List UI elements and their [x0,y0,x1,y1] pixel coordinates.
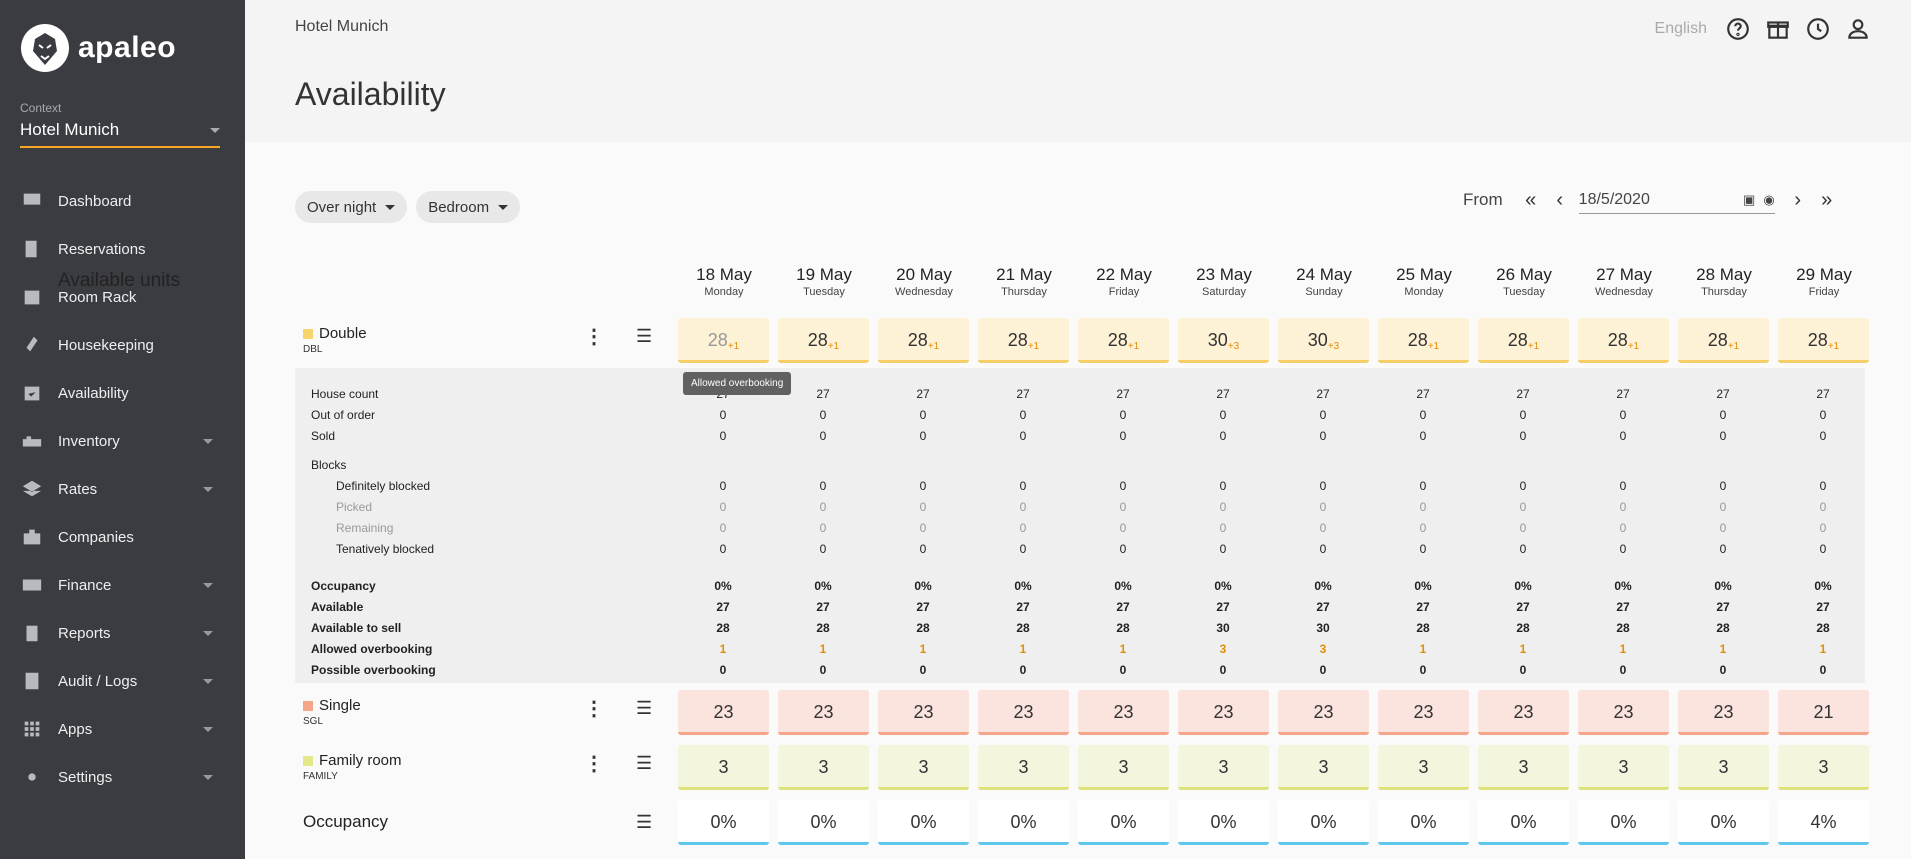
nav-item-label: Reports [58,624,111,642]
nav-item-label: Apps [58,720,93,738]
nav-item-audit-logs[interactable]: Audit / Logs [0,657,245,705]
nav-item-companies[interactable]: Companies [0,513,245,561]
nav-item-apps[interactable]: Apps [0,705,245,753]
chevron-down-icon [385,204,396,210]
layers-icon [22,480,42,497]
nav-item-label: Dashboard [58,192,132,210]
main-nav: Dashboard Reservations Room Rack Housekeepi… [0,177,245,801]
context-value: Hotel Munich [20,120,120,139]
sidebar: apaleo Context Hotel Munich Dashboard Res… [0,0,245,859]
user-icon[interactable] [1845,16,1871,42]
chevron-down-icon [203,630,213,636]
chevron-down-icon [498,204,509,210]
nav-item-settings[interactable]: Settings [0,753,245,801]
nav-item-label: Availability [58,384,129,402]
page-title: Availability [295,76,446,112]
breadcrumb-hotel: Hotel Munich [295,18,389,35]
help-icon[interactable] [1725,16,1751,42]
nav-item-label: Room Rack [58,288,137,306]
date-navigation: From « ‹ 18/5/2020 ▣ ◉ › » [1463,186,1842,214]
chevron-down-icon [203,726,213,732]
double-chevron-right-icon[interactable]: » [1813,186,1841,214]
nav-item-finance[interactable]: Finance [0,561,245,609]
nav-item-inventory[interactable]: Inventory [0,417,245,465]
double-chevron-left-icon[interactable]: « [1517,186,1545,214]
apps-grid-icon [24,721,40,737]
nav-item-reservations[interactable]: Reservations [0,225,245,273]
bed-icon [22,436,42,447]
main-area: Hotel Munich Availability English Over n… [245,0,1911,859]
nav-item-label: Reservations [58,240,146,258]
gift-icon[interactable] [1765,16,1791,42]
calendar-icon[interactable]: ▣ [1743,192,1755,208]
nav-item-label: Finance [58,576,112,594]
language-selector[interactable]: English [1655,20,1707,38]
clipboard-icon [26,625,38,642]
availability-content: Over night Bedroom From « ‹ 18/5/2020 ▣ ◉… [245,142,1911,859]
filters: Over night Bedroom [295,191,521,223]
nav-item-room-rack[interactable]: Room Rack [0,273,245,321]
context-label: Context [20,101,62,115]
chevron-right-icon[interactable]: › [1784,186,1812,214]
calendar-icon [24,290,40,305]
audit-icon [25,672,39,690]
period-filter[interactable]: Over night [295,191,408,223]
nav-item-dashboard[interactable]: Dashboard [0,177,245,225]
chevron-down-icon [203,486,213,492]
chevron-down-icon [210,127,220,133]
nav-item-label: Inventory [58,432,120,450]
chevron-down-icon [203,582,213,588]
today-target-icon[interactable]: ◉ [1763,192,1774,208]
chevron-down-icon [203,678,213,684]
nav-item-rates[interactable]: Rates [0,465,245,513]
chevron-left-icon[interactable]: ‹ [1546,186,1574,214]
nav-item-label: Housekeeping [58,336,154,354]
period-filter-label: Over night [307,198,377,216]
nav-item-label: Audit / Logs [58,672,138,690]
dashboard-icon [23,193,41,209]
date-value: 18/5/2020 [1578,190,1650,208]
date-input[interactable]: 18/5/2020 ▣ ◉ [1578,186,1775,214]
clock-icon[interactable] [1805,16,1831,42]
apaleo-logo[interactable]: apaleo [20,23,176,73]
context-select[interactable]: Hotel Munich [20,120,220,148]
unit-type-filter-label: Bedroom [428,198,490,216]
nav-item-label: Rates [58,480,98,498]
chevron-down-icon [203,774,213,780]
gear-icon [22,767,42,787]
nav-item-label: Settings [58,768,113,786]
top-bar-actions: English [1655,16,1871,42]
lion-logo-icon [21,24,69,72]
book-icon [25,240,37,258]
nav-item-availability[interactable]: Availability [0,369,245,417]
nav-item-label: Companies [58,528,134,546]
chevron-down-icon [203,438,213,444]
calendar-check-icon [24,386,40,401]
briefcase-icon [23,529,41,545]
unit-type-filter[interactable]: Bedroom [416,191,521,223]
money-icon [22,579,42,591]
context-selector[interactable]: Context Hotel Munich [20,101,220,148]
brand-name: apaleo [78,31,177,64]
page-header: Hotel Munich Availability English [245,0,1911,142]
broom-icon [26,336,38,352]
from-label: From [1463,190,1503,209]
nav-item-reports[interactable]: Reports [0,609,245,657]
nav-item-housekeeping[interactable]: Housekeeping [0,321,245,369]
